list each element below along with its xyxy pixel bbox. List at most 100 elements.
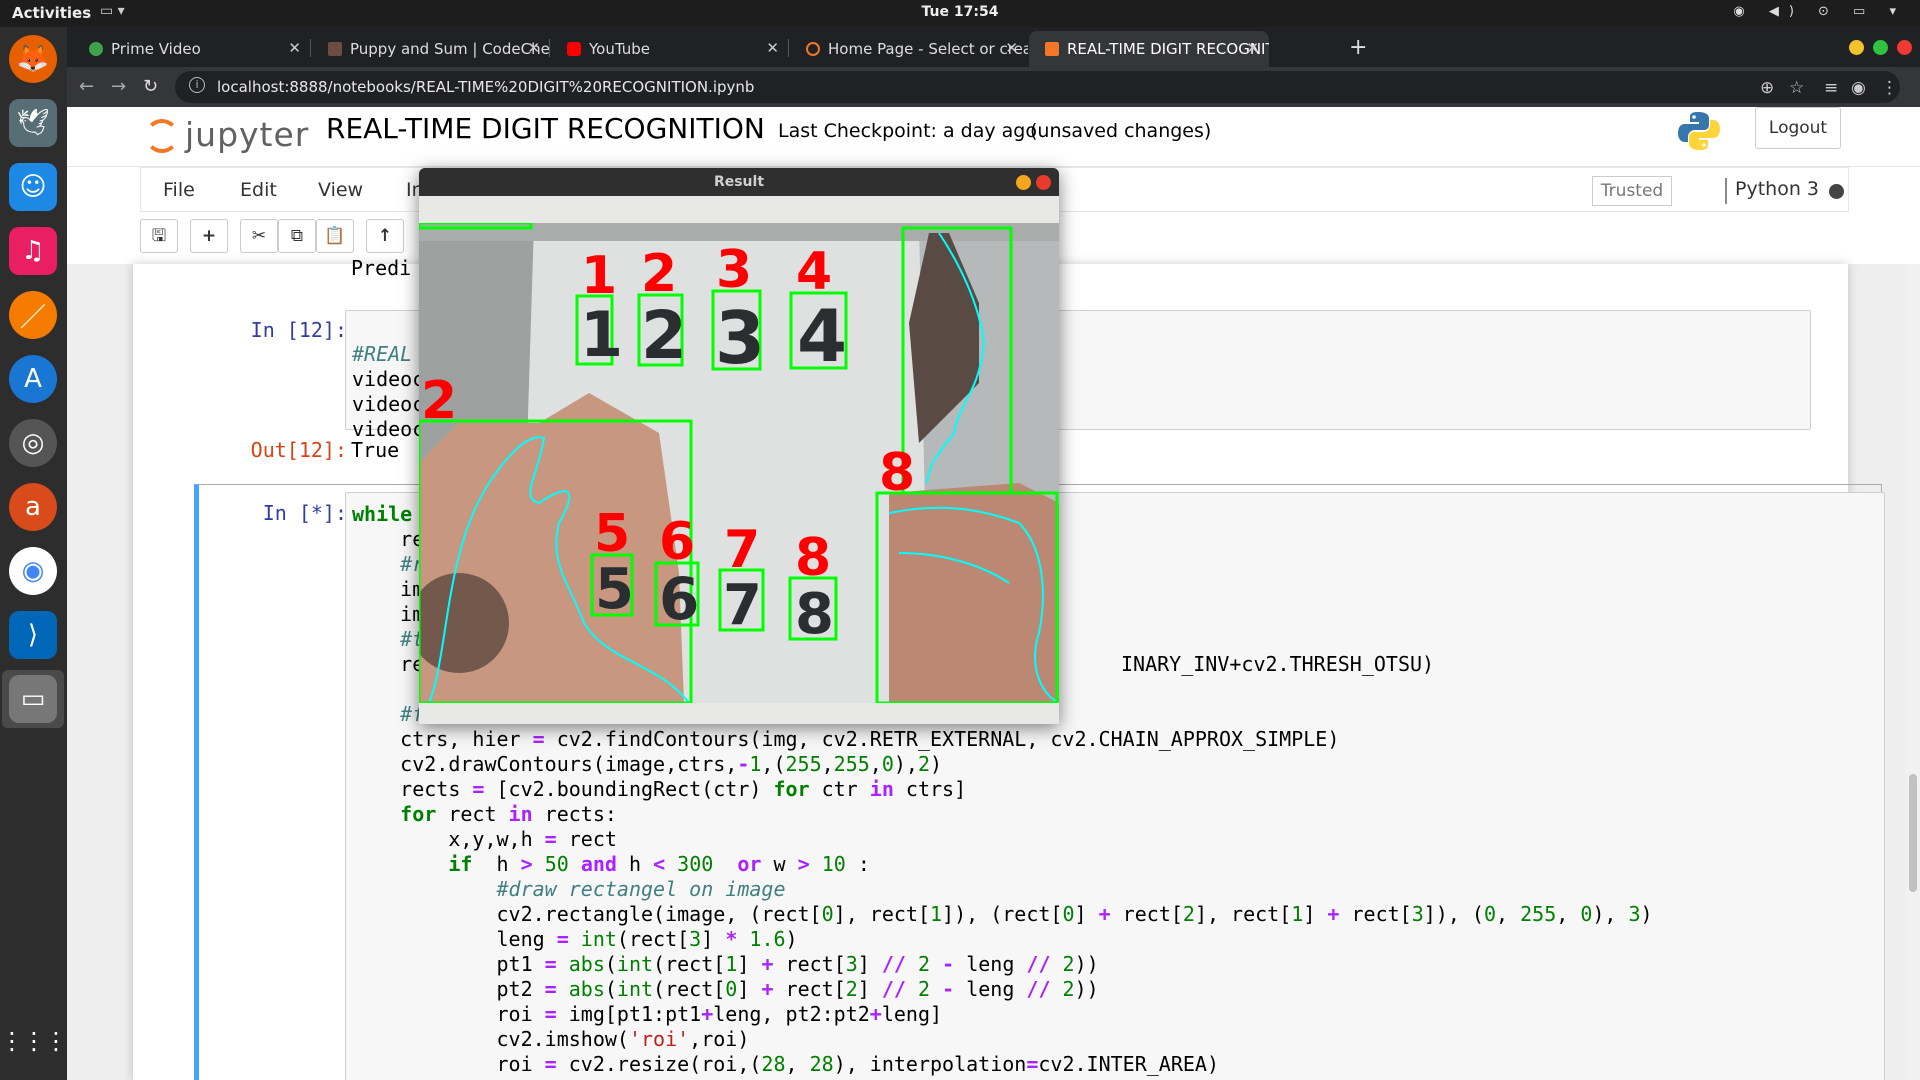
finder-icon[interactable]: ☺ (9, 163, 57, 211)
cut-icon[interactable]: ✂ (240, 219, 278, 253)
menu-view[interactable]: View (318, 179, 363, 201)
handwritten-digit-6: 6 (659, 565, 699, 633)
handwritten-digit-2: 2 (641, 297, 687, 374)
system-tray-icons[interactable]: ◉ ◀) ⊙ ▭ ▾ (1733, 4, 1906, 19)
new-tab-icon[interactable]: + (1349, 35, 1367, 60)
close-window-icon[interactable] (1036, 175, 1051, 190)
minimize-window-icon[interactable] (1849, 40, 1864, 55)
firefox-icon[interactable]: 🦊 (9, 35, 57, 83)
code-line: videoc (352, 367, 425, 391)
menu-edit[interactable]: Edit (240, 179, 277, 201)
predicted-label-8: 8 (795, 528, 831, 588)
result-camera-frame: 1 2 3 4 5 6 7 8 1 2 3 4 5 6 7 8 2 8 (419, 223, 1059, 703)
profile-icon[interactable]: ◉ (1851, 78, 1866, 98)
copy-icon[interactable]: ⧉ (278, 219, 316, 253)
move-up-icon[interactable]: ↑ (366, 219, 404, 253)
tab-prime-video[interactable]: Prime Video ✕ (73, 31, 311, 67)
youtube-favicon-icon (567, 42, 581, 56)
page-scrollbar[interactable] (1905, 264, 1920, 1080)
forward-icon[interactable]: → (111, 76, 126, 97)
maximize-window-icon[interactable] (1873, 40, 1888, 55)
predicted-label-2: 2 (641, 244, 677, 304)
jupyter-logo[interactable]: jupyter (145, 113, 308, 163)
predicted-label-hand: 2 (421, 371, 457, 431)
zoom-icon[interactable]: ⊕ (1760, 78, 1774, 98)
handwritten-digit-1: 1 (580, 298, 623, 371)
handwritten-digit-7: 7 (723, 573, 762, 638)
close-tab-icon[interactable]: ✕ (527, 39, 540, 57)
predicted-label-1: 1 (581, 246, 617, 306)
url-text: localhost:8888/notebooks/REAL-TIME%20DIG… (217, 78, 755, 96)
screenshot-app-icon[interactable]: ▭ (9, 675, 57, 723)
amazon-icon[interactable]: a (9, 483, 57, 531)
tab-title: REAL-TIME DIGIT RECOGNITION (1067, 40, 1269, 58)
bookmark-star-icon[interactable]: ☆ (1789, 78, 1804, 98)
back-icon[interactable]: ← (79, 76, 94, 97)
reload-icon[interactable]: ↻ (143, 76, 158, 97)
kernel-name[interactable]: Python 3 (1725, 178, 1819, 204)
save-icon[interactable]: 🖫 (140, 219, 178, 253)
dock: 🦊 🕊 ☺ ♫ ／ A ◎ a ◉ ⟩ ▭ ⋮⋮⋮ (0, 27, 68, 1080)
close-tab-icon[interactable]: ✕ (766, 39, 779, 57)
tab-separator (310, 39, 311, 57)
app-store-icon[interactable]: A (9, 355, 57, 403)
close-tab-icon[interactable]: ✕ (1005, 39, 1018, 57)
previous-output-text: Predi (351, 256, 412, 280)
jupyter-header: jupyter REAL-TIME DIGIT RECOGNITION Last… (67, 107, 1920, 167)
tab-real-time-digit-recognition[interactable]: REAL-TIME DIGIT RECOGNITION ✕ (1029, 31, 1269, 67)
active-cell-prompt: In [*]: (262, 501, 347, 525)
code-line: videoc (352, 392, 425, 416)
minimize-window-icon[interactable] (1016, 175, 1031, 190)
system-top-bar: Activities ▭ ▾ Tue 17:54 ◉ ◀) ⊙ ▭ ▾ (0, 0, 1920, 27)
chrome-icon[interactable]: ◉ (9, 547, 57, 595)
tab-jupyter-home[interactable]: Home Page - Select or create ✕ (790, 31, 1028, 67)
handwritten-digit-5: 5 (595, 557, 634, 622)
clock[interactable]: Tue 17:54 (0, 4, 1920, 20)
handwritten-digit-4: 4 (797, 294, 847, 378)
cell-12-prompt: In [12]: (250, 318, 347, 342)
trusted-indicator[interactable]: Trusted (1592, 176, 1672, 206)
result-window-title[interactable]: Result (419, 168, 1059, 196)
predicted-label-right: 8 (879, 443, 915, 503)
close-tab-icon[interactable]: ✕ (1246, 39, 1259, 57)
tab-title: Prime Video (111, 40, 201, 58)
paste-icon[interactable]: 📋 (316, 219, 354, 253)
chrome-menu-icon[interactable]: ⋮ (1881, 78, 1898, 98)
prime-video-favicon-icon (89, 42, 103, 56)
predicted-label-4: 4 (796, 242, 832, 302)
playlist-icon[interactable]: ≡ (1824, 78, 1838, 98)
checkpoint-status: Last Checkpoint: a day ago (778, 120, 1037, 142)
address-bar[interactable]: i localhost:8888/notebooks/REAL-TIME%20D… (175, 71, 1900, 103)
close-tab-icon[interactable]: ✕ (288, 39, 301, 57)
cell-12-output-prompt: Out[12]: (250, 438, 347, 462)
kernel-busy-indicator-icon (1829, 184, 1844, 199)
tab-separator (549, 39, 550, 57)
tab-title: YouTube (589, 40, 650, 58)
right-hand (889, 483, 1059, 703)
show-apps-icon[interactable]: ⋮⋮⋮ (0, 1017, 68, 1065)
site-info-icon[interactable]: i (189, 77, 205, 93)
menu-file[interactable]: File (163, 179, 195, 201)
updater-icon[interactable]: ◎ (9, 419, 57, 467)
tab-title: Puppy and Sum | CodeChef (350, 40, 550, 58)
predicted-label-6: 6 (659, 512, 695, 572)
image-viewer-icon[interactable]: 🕊 (9, 99, 57, 147)
result-window[interactable]: Result 1 2 3 4 5 6 7 8 1 2 3 4 5 6 7 8 2… (419, 168, 1059, 724)
close-window-icon[interactable] (1897, 40, 1912, 55)
cell-12-output-value: True (351, 438, 400, 462)
music-icon[interactable]: ♫ (9, 227, 57, 275)
handwritten-digit-8: 8 (795, 582, 834, 647)
tab-codechef[interactable]: Puppy and Sum | CodeChef ✕ (312, 31, 550, 67)
code-line: #REAL (352, 342, 413, 366)
logout-button[interactable]: Logout (1755, 107, 1841, 149)
hourglass-favicon-icon (1045, 42, 1059, 56)
predicted-label-5: 5 (594, 504, 630, 564)
sublime-icon[interactable]: ／ (9, 291, 57, 339)
insert-cell-icon[interactable]: + (190, 219, 228, 253)
python-logo-icon (1678, 112, 1720, 150)
vscode-icon[interactable]: ⟩ (9, 611, 57, 659)
scrollbar-thumb[interactable] (1909, 774, 1917, 892)
tab-youtube[interactable]: YouTube ✕ (551, 31, 789, 67)
notebook-title[interactable]: REAL-TIME DIGIT RECOGNITION (326, 112, 765, 145)
jupyter-wordmark: jupyter (185, 115, 310, 154)
